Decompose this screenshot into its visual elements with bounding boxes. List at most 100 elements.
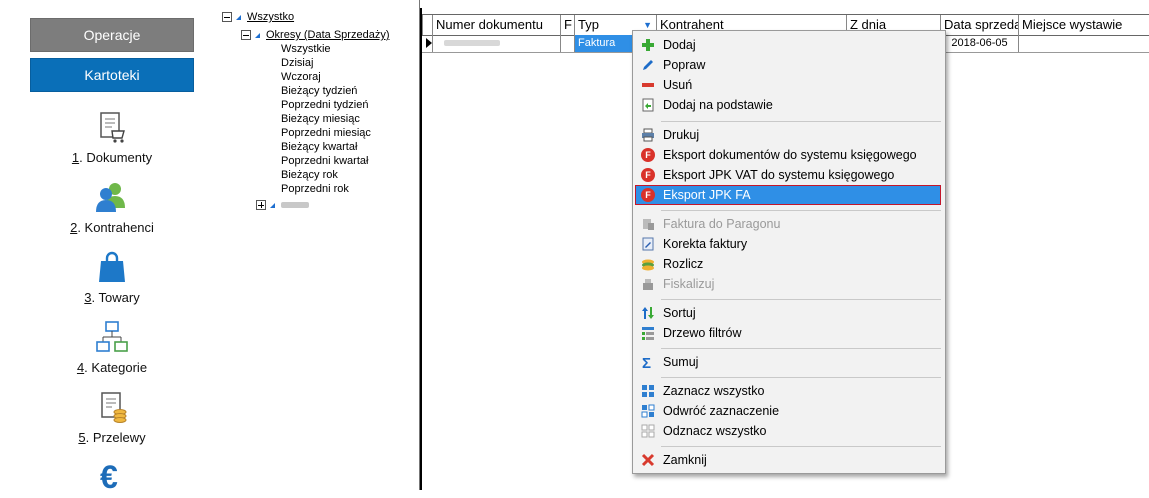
menu-item-eksport-dokumentow[interactable]: F Eksport dokumentów do systemu księgowe… [635,145,941,165]
collapse-icon[interactable] [222,12,232,23]
menu-item-dodaj-na-podstawie[interactable]: Dodaj na podstawie [635,95,941,115]
menu-item-odznacz-wszystko[interactable]: Odznacz wszystko [635,421,941,441]
menu-item-zaznacz-wszystko[interactable]: Zaznacz wszystko [635,381,941,401]
menu-item-label: Odwróć zaznaczenie [663,404,780,418]
tree-item[interactable]: Dzisiaj [281,56,313,70]
svg-text:€: € [100,459,118,492]
menu-item-sortuj[interactable]: Sortuj [635,303,941,323]
redacted-label [281,202,309,209]
menu-item-zamknij[interactable]: Zamknij [635,450,941,470]
kartoteki-button[interactable]: Kartoteki [30,58,194,92]
euro-icon: € [100,459,118,492]
menu-item-sumuj[interactable]: Σ Sumuj [635,352,941,372]
tree-year-node[interactable] [256,198,309,212]
transfers-icon [101,392,127,423]
nav-item-przelewy[interactable]: 5. Przelewy [30,390,194,445]
filter-tree: Wszystko Okresy (Data Sprzedaży) Wszystk… [216,0,420,490]
tree-item[interactable]: Wczoraj [281,70,321,84]
operacje-button[interactable]: Operacje [30,18,194,52]
export-f-icon: F [641,188,655,202]
collapse-icon[interactable] [241,30,251,41]
menu-separator [661,348,941,349]
close-icon [641,453,655,467]
nav-label: . Dokumenty [79,150,153,165]
tree-item[interactable]: Bieżący rok [281,168,338,182]
tree-root-label[interactable]: Wszystko [247,11,294,23]
indicator-header [422,15,432,35]
menu-item-eksport-jpk-fa[interactable]: F Eksport JPK FA [635,185,941,205]
cell-f[interactable] [560,35,574,52]
menu-item-eksport-jpk-vat[interactable]: F Eksport JPK VAT do systemu księgowego [635,165,941,185]
minus-icon [642,83,654,87]
row-indicator [422,35,432,52]
nav-label: . Przelewy [85,430,146,445]
nav-label: . Kontrahenci [77,220,154,235]
tree-item[interactable]: Poprzedni rok [281,182,349,196]
menu-item-label: Usuń [663,78,693,92]
tree-periods-label[interactable]: Okresy (Data Sprzedaży) [266,29,389,41]
tree-item[interactable]: Bieżący kwartał [281,140,357,154]
tree-item[interactable]: Bieżący miesiąc [281,112,360,126]
tree-item[interactable]: Bieżący tydzień [281,84,357,98]
menu-item-label: Sortuj [663,306,696,320]
receipt-icon [643,219,654,230]
column-header[interactable]: Numer dokumentu [432,15,560,35]
cell-data-sprzedazy[interactable]: 2018-06-05 [940,35,1018,52]
column-header[interactable]: Miejsce wystawie [1018,15,1149,35]
nav-item-dokumenty[interactable]: 1. Dokumenty [30,110,194,165]
select-all-icon [642,385,654,397]
cell-numer[interactable] [432,35,560,52]
invert-selection-icon [641,404,655,418]
expand-icon[interactable] [256,200,266,211]
contractors-icon [96,183,125,212]
nav-item-towary[interactable]: 3. Towary [30,250,194,305]
menu-item-label: Sumuj [663,355,699,369]
tree-arrow-icon [255,32,260,38]
menu-item-odwroc-zaznaczenie[interactable]: Odwróć zaznaczenie [635,401,941,421]
menu-item-label: Dodaj [663,38,696,52]
menu-item-label: Eksport JPK FA [663,188,751,202]
nav-hotkey: 5 [78,430,86,445]
documents-icon [100,112,125,143]
menu-item-label: Dodaj na podstawie [663,98,773,112]
menu-item-rozlicz[interactable]: Rozlicz [635,254,941,274]
menu-item-fiskalizuj[interactable]: Fiskalizuj [635,274,941,294]
column-header-label: Typ [578,17,599,32]
column-header[interactable]: Data sprzeda [940,15,1018,35]
svg-text:Σ: Σ [642,355,651,369]
left-navigation: Operacje Kartoteki 1. Dokumenty 2. Kontr… [0,0,216,492]
redacted-value [444,40,500,47]
sort-icon [642,307,654,319]
tree-item[interactable]: Wszystkie [281,42,331,56]
menu-item-label: Popraw [663,58,706,72]
nav-label: . Towary [91,290,140,305]
filter-tree-icon [642,327,654,340]
tree-arrow-icon [270,202,275,208]
tree-item[interactable]: Poprzedni miesiąc [281,126,371,140]
cell-miejsce[interactable] [1018,35,1149,52]
column-header[interactable]: F [560,15,574,35]
menu-item-korekta-faktury[interactable]: Korekta faktury [635,234,941,254]
tree-item[interactable]: Poprzedni tydzień [281,98,368,112]
tree-root[interactable]: Wszystko [222,10,294,24]
menu-item-dodaj[interactable]: Dodaj [635,35,941,55]
menu-item-label: Eksport JPK VAT do systemu księgowego [663,168,895,182]
tree-arrow-icon [236,14,241,20]
menu-item-label: Faktura do Paragonu [663,217,781,231]
tree-item[interactable]: Poprzedni kwartał [281,154,368,168]
tree-periods[interactable]: Okresy (Data Sprzedaży) [241,28,389,42]
menu-item-label: Zaznacz wszystko [663,384,765,398]
nav-item-kategorie[interactable]: 4. Kategorie [30,320,194,375]
export-f-icon: F [641,168,655,182]
menu-item-popraw[interactable]: Popraw [635,55,941,75]
menu-item-label: Korekta faktury [663,237,748,251]
menu-item-faktura-do-paragonu[interactable]: Faktura do Paragonu [635,214,941,234]
deselect-all-icon [641,424,655,438]
menu-item-drzewo-filtrow[interactable]: Drzewo filtrów [635,323,941,343]
menu-item-usun[interactable]: Usuń [635,75,941,95]
nav-item-euro[interactable]: € [30,458,194,498]
menu-item-label: Rozlicz [663,257,704,271]
menu-item-drukuj[interactable]: Drukuj [635,125,941,145]
menu-item-label: Zamknij [663,453,707,467]
nav-item-kontrahenci[interactable]: 2. Kontrahenci [30,180,194,235]
